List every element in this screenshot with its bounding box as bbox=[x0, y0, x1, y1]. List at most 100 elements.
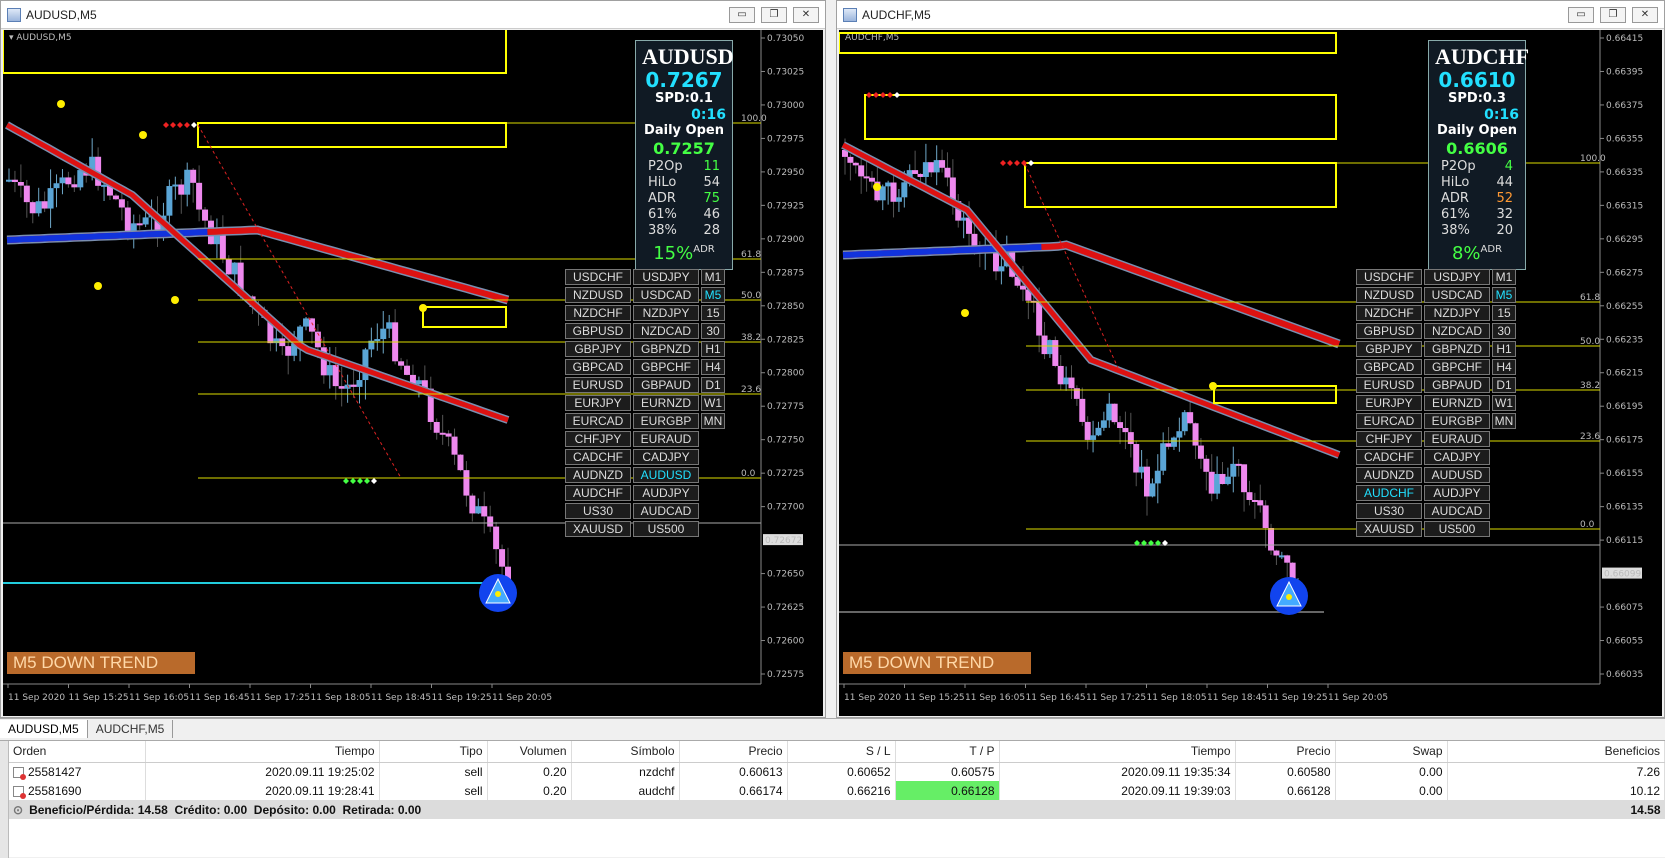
timeframe-button[interactable]: D1 bbox=[1492, 377, 1516, 393]
timeframe-button[interactable]: H4 bbox=[1492, 359, 1516, 375]
symbol-button[interactable]: NZDCAD bbox=[1424, 323, 1490, 339]
symbol-button[interactable]: CHFJPY bbox=[1356, 431, 1422, 447]
symbol-button[interactable]: USDCHF bbox=[565, 269, 631, 285]
timeframe-button[interactable]: H4 bbox=[701, 359, 725, 375]
symbol-button[interactable]: EURGBP bbox=[633, 413, 699, 429]
symbol-button[interactable]: AUDNZD bbox=[565, 467, 631, 483]
symbol-button[interactable]: AUDCHF bbox=[1356, 485, 1422, 501]
symbol-button[interactable]: EURNZD bbox=[1424, 395, 1490, 411]
maximize-icon[interactable]: ❐ bbox=[1600, 6, 1626, 23]
symbol-button[interactable]: USDCHF bbox=[1356, 269, 1422, 285]
symbol-button[interactable]: CADCHF bbox=[565, 449, 631, 465]
close-icon[interactable]: ✕ bbox=[1632, 6, 1658, 23]
symbol-button[interactable]: EURUSD bbox=[1356, 377, 1422, 393]
symbol-button[interactable]: NZDUSD bbox=[1356, 287, 1422, 303]
symbol-button[interactable]: NZDJPY bbox=[1424, 305, 1490, 321]
chart-window-audchf[interactable]: AUDCHF,M5 ▭ ❐ ✕ AUDCHF,M5 0.66415 0.66395 0… bbox=[836, 0, 1665, 718]
price-chart[interactable]: ▾ AUDUSD,M5 0.73050 0.73025 0.73000 0.72975 0… bbox=[3, 30, 823, 716]
symbol-button[interactable]: AUDJPY bbox=[633, 485, 699, 501]
minimize-icon[interactable]: ▭ bbox=[1568, 6, 1594, 23]
timeframe-button[interactable]: M5 bbox=[1492, 287, 1516, 303]
price-chart[interactable]: AUDCHF,M5 0.66415 0.66395 0.66375 0.66355 0.6… bbox=[839, 30, 1662, 716]
symbol-button[interactable]: GBPAUD bbox=[1424, 377, 1490, 393]
symbol-button[interactable]: EURAUD bbox=[1424, 431, 1490, 447]
chart-window-audusd[interactable]: AUDUSD,M5 ▭ ❐ ✕ ▾ AUDUSD,M5 0.73050 0.7302… bbox=[0, 0, 826, 718]
col-volumen[interactable]: Volumen bbox=[487, 741, 572, 763]
symbol-button[interactable]: NZDCHF bbox=[565, 305, 631, 321]
symbol-button[interactable]: EURJPY bbox=[1356, 395, 1422, 411]
symbol-button[interactable]: GBPCHF bbox=[633, 359, 699, 375]
col-beneficios[interactable]: Beneficios bbox=[1447, 741, 1665, 763]
symbol-button[interactable]: XAUUSD bbox=[565, 521, 631, 537]
symbol-button[interactable]: AUDJPY bbox=[1424, 485, 1490, 501]
timeframe-button[interactable]: 30 bbox=[701, 323, 725, 339]
timeframe-button[interactable]: M5 bbox=[701, 287, 725, 303]
symbol-button[interactable]: NZDJPY bbox=[633, 305, 699, 321]
symbol-button[interactable]: GBPUSD bbox=[1356, 323, 1422, 339]
col-sl[interactable]: S / L bbox=[787, 741, 896, 763]
table-row[interactable]: 25581690 2020.09.11 19:28:41 sell 0.20 a… bbox=[9, 781, 1665, 800]
maximize-icon[interactable]: ❐ bbox=[761, 6, 787, 23]
symbol-button[interactable]: GBPNZD bbox=[1424, 341, 1490, 357]
col-swap[interactable]: Swap bbox=[1335, 741, 1448, 763]
timeframe-button[interactable]: M1 bbox=[701, 269, 725, 285]
symbol-button[interactable]: GBPUSD bbox=[565, 323, 631, 339]
close-icon[interactable]: ✕ bbox=[793, 6, 819, 23]
tab-audusd[interactable]: AUDUSD,M5 bbox=[0, 719, 88, 738]
timeframe-button[interactable]: 30 bbox=[1492, 323, 1516, 339]
symbol-button[interactable]: EURAUD bbox=[633, 431, 699, 447]
tab-audchf[interactable]: AUDCHF,M5 bbox=[88, 719, 174, 738]
timeframe-button[interactable]: MN bbox=[701, 413, 725, 429]
symbol-button[interactable]: NZDCHF bbox=[1356, 305, 1422, 321]
window-titlebar[interactable]: AUDUSD,M5 ▭ ❐ ✕ bbox=[1, 1, 825, 29]
table-row[interactable]: 25581427 2020.09.11 19:25:02 sell 0.20 n… bbox=[9, 762, 1665, 781]
symbol-button[interactable]: EURCAD bbox=[1356, 413, 1422, 429]
symbol-button[interactable]: AUDUSD bbox=[1424, 467, 1490, 483]
timeframe-button[interactable]: H1 bbox=[1492, 341, 1516, 357]
symbol-button[interactable]: NZDUSD bbox=[565, 287, 631, 303]
symbol-button[interactable]: NZDCAD bbox=[633, 323, 699, 339]
symbol-button[interactable]: EURJPY bbox=[565, 395, 631, 411]
symbol-button[interactable]: AUDCHF bbox=[565, 485, 631, 501]
symbol-button[interactable]: AUDCAD bbox=[633, 503, 699, 519]
col-simbolo[interactable]: Símbolo bbox=[571, 741, 680, 763]
timeframe-button[interactable]: W1 bbox=[1492, 395, 1516, 411]
col-tiempo[interactable]: Tiempo bbox=[145, 741, 380, 763]
symbol-button[interactable]: GBPAUD bbox=[633, 377, 699, 393]
terminal-side-handle[interactable] bbox=[0, 741, 9, 858]
symbol-button[interactable]: US30 bbox=[565, 503, 631, 519]
symbol-button[interactable]: US30 bbox=[1356, 503, 1422, 519]
timeframe-button[interactable]: 15 bbox=[701, 305, 725, 321]
col-tipo[interactable]: Tipo bbox=[379, 741, 488, 763]
symbol-button[interactable]: EURNZD bbox=[633, 395, 699, 411]
timeframe-button[interactable]: W1 bbox=[701, 395, 725, 411]
timeframe-button[interactable]: H1 bbox=[701, 341, 725, 357]
symbol-button[interactable]: CADCHF bbox=[1356, 449, 1422, 465]
symbol-button[interactable]: EURGBP bbox=[1424, 413, 1490, 429]
symbol-button[interactable]: USDJPY bbox=[1424, 269, 1490, 285]
symbol-button[interactable]: AUDCAD bbox=[1424, 503, 1490, 519]
symbol-button[interactable]: GBPJPY bbox=[1356, 341, 1422, 357]
col-precio-cierre[interactable]: Precio bbox=[1235, 741, 1336, 763]
symbol-button[interactable]: US500 bbox=[633, 521, 699, 537]
symbol-button[interactable]: USDJPY bbox=[633, 269, 699, 285]
symbol-button[interactable]: USDCAD bbox=[1424, 287, 1490, 303]
symbol-button[interactable]: CADJPY bbox=[633, 449, 699, 465]
symbol-button[interactable]: EURUSD bbox=[565, 377, 631, 393]
col-orden[interactable]: Orden bbox=[9, 741, 146, 763]
symbol-button[interactable]: AUDNZD bbox=[1356, 467, 1422, 483]
symbol-button[interactable]: GBPCAD bbox=[1356, 359, 1422, 375]
col-tiempo-cierre[interactable]: Tiempo bbox=[999, 741, 1236, 763]
symbol-button[interactable]: AUDUSD bbox=[633, 467, 699, 483]
timeframe-button[interactable]: MN bbox=[1492, 413, 1516, 429]
timeframe-button[interactable]: M1 bbox=[1492, 269, 1516, 285]
symbol-button[interactable]: GBPCHF bbox=[1424, 359, 1490, 375]
symbol-button[interactable]: CADJPY bbox=[1424, 449, 1490, 465]
symbol-button[interactable]: XAUUSD bbox=[1356, 521, 1422, 537]
symbol-button[interactable]: GBPJPY bbox=[565, 341, 631, 357]
col-tp[interactable]: T / P bbox=[895, 741, 1000, 763]
window-titlebar[interactable]: AUDCHF,M5 ▭ ❐ ✕ bbox=[837, 1, 1664, 29]
symbol-button[interactable]: USDCAD bbox=[633, 287, 699, 303]
symbol-button[interactable]: CHFJPY bbox=[565, 431, 631, 447]
minimize-icon[interactable]: ▭ bbox=[729, 6, 755, 23]
